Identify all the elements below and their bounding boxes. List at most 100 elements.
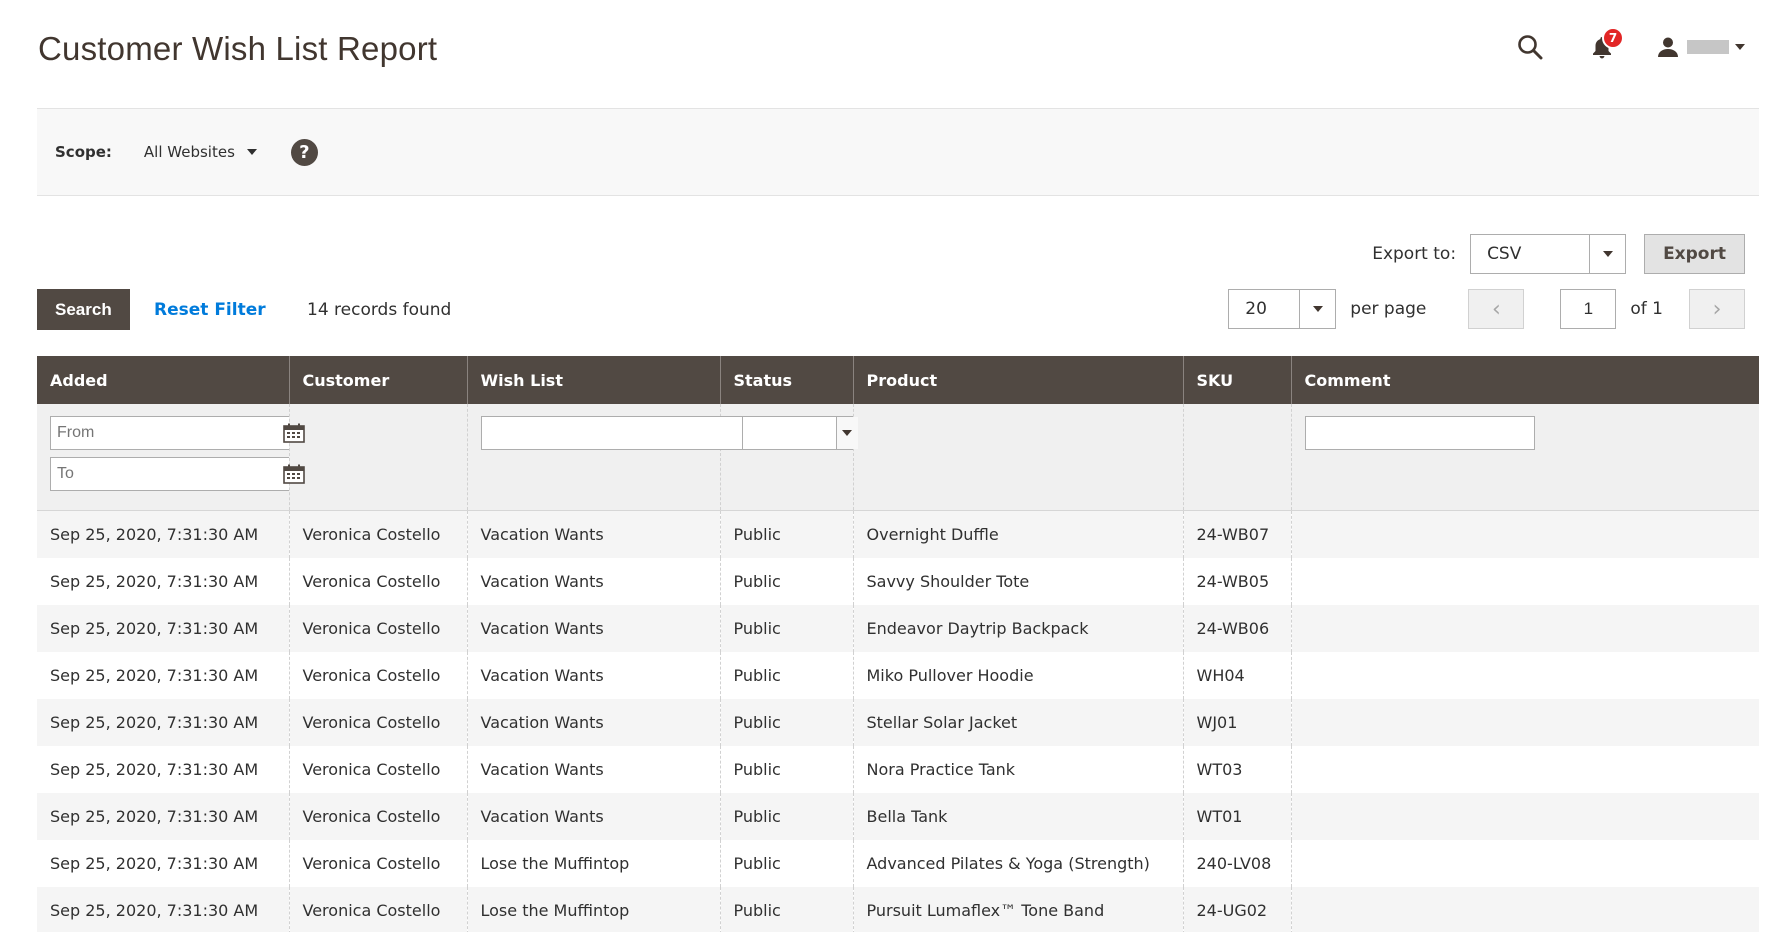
cell-wish-list: Vacation Wants: [466, 604, 720, 652]
table-row[interactable]: Sep 25, 2020, 7:31:30 AM Veronica Costell…: [37, 792, 1759, 840]
date-to-field[interactable]: [50, 457, 312, 491]
records-found: 14 records found: [307, 300, 452, 320]
column-header-customer[interactable]: Customer: [288, 356, 467, 404]
cell-status: Public: [719, 745, 853, 793]
wishlist-grid: Added Customer Wish List Status Product …: [37, 356, 1759, 932]
table-row[interactable]: Sep 25, 2020, 7:31:30 AM Veronica Costell…: [37, 745, 1759, 793]
cell-customer: Veronica Costello: [288, 510, 467, 558]
table-row[interactable]: Sep 25, 2020, 7:31:30 AM Veronica Costell…: [37, 604, 1759, 652]
cell-customer: Veronica Costello: [288, 604, 467, 652]
cell-added: Sep 25, 2020, 7:31:30 AM: [37, 839, 289, 887]
cell-customer: Veronica Costello: [288, 698, 467, 746]
comment-filter-input[interactable]: [1304, 416, 1535, 450]
cell-wish-list: Vacation Wants: [466, 698, 720, 746]
filter-row: [37, 404, 1759, 511]
help-icon[interactable]: ?: [290, 138, 318, 166]
chevron-down-icon: [1299, 290, 1336, 328]
column-header-comment[interactable]: Comment: [1290, 356, 1759, 404]
per-page-label: per page: [1350, 299, 1427, 319]
cell-product: Overnight Duffle: [852, 510, 1183, 558]
cell-sku: 24-WB05: [1182, 557, 1291, 605]
cell-product: Savvy Shoulder Tote: [852, 557, 1183, 605]
cell-customer: Veronica Costello: [288, 557, 467, 605]
cell-status: Public: [719, 604, 853, 652]
export-label: Export to:: [1372, 244, 1457, 264]
column-header-status[interactable]: Status: [719, 356, 853, 404]
user-icon: [1658, 37, 1678, 57]
reset-filter-link[interactable]: Reset Filter: [154, 300, 266, 320]
date-to-input[interactable]: [51, 458, 277, 490]
cell-product: Advanced Pilates & Yoga (Strength): [852, 839, 1183, 887]
cell-customer: Veronica Costello: [288, 651, 467, 699]
cell-comment: [1290, 510, 1759, 558]
column-header-sku[interactable]: SKU: [1182, 356, 1291, 404]
previous-page-button[interactable]: ‹: [1468, 289, 1525, 329]
calendar-icon[interactable]: [277, 464, 311, 484]
cell-wish-list: Vacation Wants: [466, 557, 720, 605]
wish-list-filter-input[interactable]: [480, 416, 743, 450]
cell-product: Stellar Solar Jacket: [852, 698, 1183, 746]
cell-comment: [1290, 651, 1759, 699]
cell-sku: 240-LV08: [1182, 839, 1291, 887]
cell-comment: [1290, 557, 1759, 605]
cell-customer: Veronica Costello: [288, 839, 467, 887]
scope-switcher[interactable]: All Websites: [144, 143, 257, 161]
grid-header-row: Added Customer Wish List Status Product …: [37, 356, 1759, 404]
pager: 20 per page ‹ of 1 ›: [1228, 289, 1745, 329]
cell-wish-list: Vacation Wants: [466, 745, 720, 793]
account-name-redacted: [1687, 40, 1729, 54]
cell-status: Public: [719, 886, 853, 932]
notification-count-badge: 7: [1602, 27, 1624, 49]
cell-wish-list: Lose the Muffintop: [466, 886, 720, 932]
next-page-button[interactable]: ›: [1689, 289, 1745, 329]
cell-added: Sep 25, 2020, 7:31:30 AM: [37, 886, 289, 932]
export-format-select[interactable]: CSV: [1470, 234, 1627, 274]
cell-status: Public: [719, 839, 853, 887]
cell-product: Pursuit Lumaflex™ Tone Band: [852, 886, 1183, 932]
date-from-field[interactable]: [50, 416, 312, 450]
cell-sku: 24-WB06: [1182, 604, 1291, 652]
cell-comment: [1290, 792, 1759, 840]
export-format-value: CSV: [1487, 244, 1522, 264]
date-from-input[interactable]: [51, 417, 277, 449]
per-page-select[interactable]: 20: [1228, 289, 1337, 329]
cell-comment: [1290, 604, 1759, 652]
table-row[interactable]: Sep 25, 2020, 7:31:30 AM Veronica Costell…: [37, 557, 1759, 605]
cell-product: Miko Pullover Hoodie: [852, 651, 1183, 699]
comment-filter-cell: [1290, 404, 1759, 511]
column-header-product[interactable]: Product: [852, 356, 1183, 404]
cell-status: Public: [719, 510, 853, 558]
scope-value: All Websites: [143, 143, 235, 161]
cell-added: Sep 25, 2020, 7:31:30 AM: [37, 792, 289, 840]
cell-wish-list: Vacation Wants: [466, 651, 720, 699]
column-header-added[interactable]: Added: [37, 356, 289, 404]
account-menu[interactable]: [1657, 36, 1745, 58]
cell-added: Sep 25, 2020, 7:31:30 AM: [37, 557, 289, 605]
cell-wish-list: Vacation Wants: [466, 792, 720, 840]
customer-filter-cell: [288, 404, 467, 511]
table-row[interactable]: Sep 25, 2020, 7:31:30 AM Veronica Costell…: [37, 698, 1759, 746]
cell-status: Public: [719, 698, 853, 746]
status-filter-select[interactable]: [733, 416, 859, 450]
table-row[interactable]: Sep 25, 2020, 7:31:30 AM Veronica Costell…: [37, 510, 1759, 558]
table-row[interactable]: Sep 25, 2020, 7:31:30 AM Veronica Costell…: [37, 839, 1759, 887]
calendar-icon[interactable]: [277, 423, 311, 443]
search-button[interactable]: Search: [37, 289, 130, 330]
cell-sku: 24-UG02: [1182, 886, 1291, 932]
added-filter-cell: [37, 404, 312, 511]
export-button[interactable]: Export: [1644, 234, 1745, 274]
cell-sku: WJ01: [1182, 698, 1291, 746]
cell-added: Sep 25, 2020, 7:31:30 AM: [37, 604, 289, 652]
column-header-wish-list[interactable]: Wish List: [466, 356, 720, 404]
cell-sku: 24-WB07: [1182, 510, 1291, 558]
search-icon[interactable]: [1513, 30, 1547, 64]
current-page-input[interactable]: [1560, 289, 1617, 329]
page-title: Customer Wish List Report: [38, 30, 438, 67]
cell-product: Bella Tank: [852, 792, 1183, 840]
table-row[interactable]: Sep 25, 2020, 7:31:30 AM Veronica Costell…: [37, 886, 1759, 932]
notifications-button[interactable]: 7: [1585, 27, 1624, 64]
cell-comment: [1290, 745, 1759, 793]
table-row[interactable]: Sep 25, 2020, 7:31:30 AM Veronica Costell…: [37, 651, 1759, 699]
cell-comment: [1290, 698, 1759, 746]
cell-comment: [1290, 886, 1759, 932]
